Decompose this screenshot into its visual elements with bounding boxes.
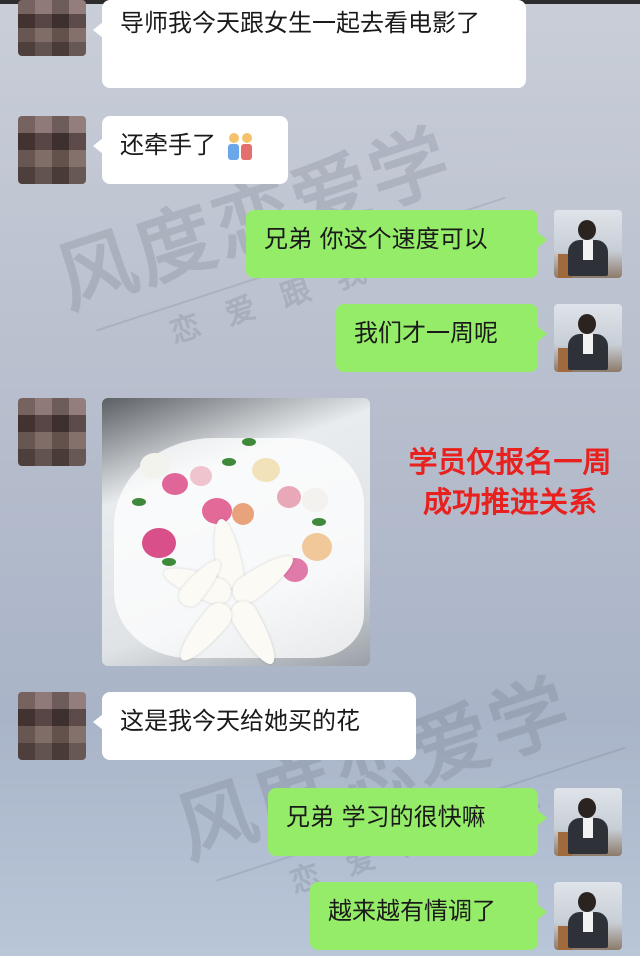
message-text: 兄弟 你这个速度可以: [264, 225, 488, 253]
message-text: 还牵手了: [120, 131, 216, 159]
message-bubble[interactable]: 兄弟 你这个速度可以: [246, 210, 547, 278]
self-avatar[interactable]: [554, 882, 622, 950]
message-text: 这是我今天给她买的花: [120, 707, 360, 735]
contact-avatar[interactable]: [18, 0, 86, 56]
message-text: 越来越有情调了: [328, 897, 496, 925]
message-text: 兄弟 学习的很快嘛: [286, 803, 486, 831]
self-avatar[interactable]: [554, 304, 622, 372]
contact-avatar[interactable]: [18, 692, 86, 760]
self-avatar[interactable]: [554, 210, 622, 278]
annotation-text: 学员仅报名一周 成功推进关系: [380, 442, 640, 522]
contact-avatar[interactable]: [18, 398, 86, 466]
message-bubble[interactable]: 兄弟 学习的很快嘛: [268, 788, 547, 856]
annotation-line-2: 成功推进关系: [422, 485, 597, 519]
message-bubble[interactable]: 越来越有情调了: [310, 882, 547, 950]
message-bubble[interactable]: 我们才一周呢: [336, 304, 547, 372]
message-bubble[interactable]: 导师我今天跟女生一起去看电影了: [93, 0, 526, 88]
message-bubble[interactable]: 这是我今天给她买的花: [93, 692, 416, 760]
annotation-line-1: 学员仅报名一周: [408, 445, 612, 479]
message-text: 我们才一周呢: [354, 319, 498, 347]
message-bubble[interactable]: 还牵手了: [93, 116, 288, 184]
self-avatar[interactable]: [554, 788, 622, 856]
flower-bouquet-photo[interactable]: [102, 398, 370, 666]
message-text: 导师我今天跟女生一起去看电影了: [120, 9, 480, 37]
couple-holding-hands-icon: [226, 131, 256, 161]
contact-avatar[interactable]: [18, 116, 86, 184]
